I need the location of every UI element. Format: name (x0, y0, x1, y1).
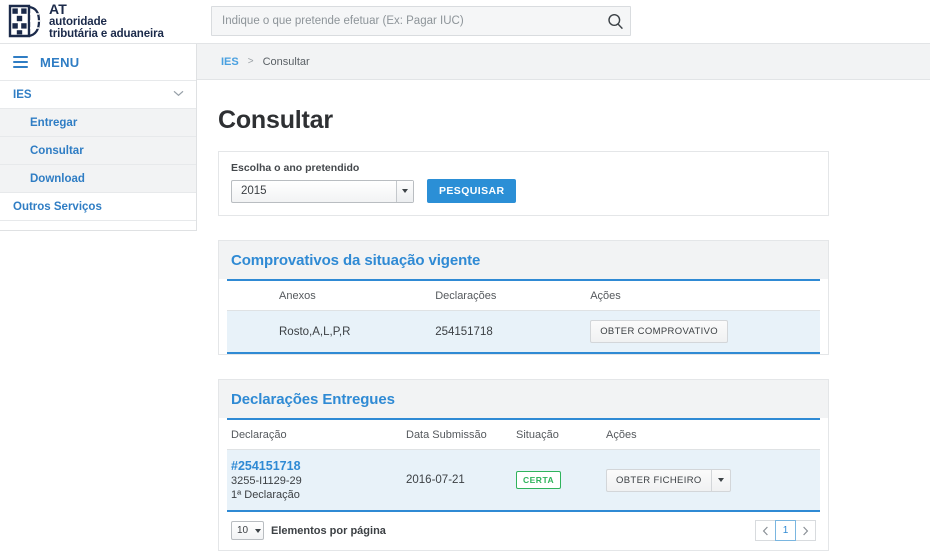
section-declaracoes-title: Declarações Entregues (231, 391, 395, 408)
chevron-down-icon (396, 180, 413, 202)
comprovativos-table: Anexos Declarações Ações Rosto,A,L,P,R 2… (227, 279, 820, 354)
breadcrumb-current: Consultar (262, 55, 310, 68)
obter-ficheiro-split-button: OBTER FICHEIRO (606, 468, 731, 492)
table-footer: 10 Elementos por página 1 (227, 512, 820, 550)
per-page-control: 10 Elementos por página (231, 521, 386, 540)
column-header-data-submissao: Data Submissão (402, 418, 512, 450)
cell-data-submissao: 2016-07-21 (402, 449, 512, 512)
brand-line-2: autoridade (49, 16, 107, 28)
sidebar-item-label: Consultar (30, 144, 84, 157)
portugal-coat-of-arms-icon (8, 3, 41, 39)
cell-acoes: OBTER FICHEIRO (602, 449, 820, 512)
table-row: Rosto,A,L,P,R 254151718 OBTER COMPROVATI… (227, 310, 820, 354)
brand-line-1: AT (49, 1, 68, 17)
column-header-declaracao: Declaração (227, 418, 402, 450)
sidebar-item-outros-servicos[interactable]: Outros Serviços (0, 193, 196, 221)
section-comprovativos-title: Comprovativos da situação vigente (231, 252, 481, 269)
table-header-row: Anexos Declarações Ações (227, 279, 820, 311)
chevron-right-icon (803, 526, 809, 535)
section-declaracoes-entregues: Declarações Entregues Declaração Data Su… (218, 379, 829, 551)
declaracao-id-link[interactable]: #254151718 (231, 459, 398, 473)
year-select[interactable]: 2015 (231, 179, 414, 203)
sidebar-item-label: Outros Serviços (13, 200, 102, 213)
table-row: #254151718 3255-I1129-29 1ª Declaração 2… (227, 449, 820, 512)
main-content: IES > Consultar Consultar Escolha o ano … (197, 44, 930, 551)
sidebar-item-label: Entregar (30, 116, 78, 129)
sidebar-item-ies[interactable]: IES (0, 81, 196, 109)
search-icon (607, 13, 623, 29)
column-header-anexos: Anexos (227, 279, 432, 311)
declaracao-ref: 3255-I1129-29 (231, 475, 302, 487)
status-badge: CERTA (516, 471, 562, 489)
sidebar-item-download[interactable]: Download (0, 165, 196, 193)
global-search (211, 6, 631, 36)
cell-anexos: Rosto,A,L,P,R (227, 310, 432, 354)
chevron-down-icon (173, 87, 184, 99)
search-input[interactable] (211, 6, 631, 36)
cell-situacao: CERTA (512, 449, 602, 512)
column-header-situacao: Situação (512, 418, 602, 450)
pagination-page-1[interactable]: 1 (775, 520, 796, 541)
page-title: Consultar (218, 106, 333, 134)
column-header-acoes: Ações (586, 279, 820, 311)
obter-ficheiro-button[interactable]: OBTER FICHEIRO (606, 468, 711, 492)
sidebar-item-consultar[interactable]: Consultar (0, 137, 196, 165)
brand-logo: AT autoridade tributária e aduaneira (8, 2, 164, 41)
breadcrumb: IES > Consultar (197, 44, 930, 80)
chevron-down-icon (255, 522, 261, 539)
column-header-acoes: Ações (602, 418, 820, 450)
section-comprovativos: Comprovativos da situação vigente Anexos… (218, 240, 829, 355)
chevron-left-icon (762, 526, 768, 535)
column-header-declaracoes: Declarações (431, 279, 587, 311)
breadcrumb-separator: > (247, 56, 254, 67)
year-filter-panel: Escolha o ano pretendido 2015 PESQUISAR (218, 151, 829, 216)
year-select-value: 2015 (241, 185, 267, 197)
per-page-value: 10 (237, 525, 249, 536)
sidebar-menu-label: MENU (40, 54, 80, 70)
hamburger-icon (13, 56, 28, 68)
year-filter-row: 2015 PESQUISAR (231, 179, 816, 203)
search-button[interactable] (603, 10, 627, 32)
pagination-prev-button[interactable] (755, 520, 776, 541)
cell-declaracoes: 254151718 (431, 310, 587, 354)
obter-comprovativo-button[interactable]: OBTER COMPROVATIVO (590, 320, 729, 343)
pagination: 1 (755, 520, 816, 541)
table-header-row: Declaração Data Submissão Situação Ações (227, 418, 820, 450)
obter-ficheiro-dropdown-toggle[interactable] (710, 468, 731, 492)
cell-declaracao: #254151718 3255-I1129-29 1ª Declaração (227, 449, 402, 512)
section-comprovativos-body: Anexos Declarações Ações Rosto,A,L,P,R 2… (219, 279, 828, 354)
breadcrumb-root[interactable]: IES (221, 56, 239, 68)
app-header: AT autoridade tributária e aduaneira (0, 0, 930, 44)
cell-acoes: OBTER COMPROVATIVO (586, 310, 820, 354)
sidebar: MENU IES Entregar Consultar Download Out… (0, 44, 197, 231)
section-declaracoes-body: Declaração Data Submissão Situação Ações… (219, 418, 828, 550)
panels-container: Escolha o ano pretendido 2015 PESQUISAR … (197, 135, 930, 551)
sidebar-menu-toggle[interactable]: MENU (0, 44, 196, 81)
sidebar-item-label: Download (30, 172, 85, 185)
brand-line-3: tributária e aduaneira (49, 28, 164, 41)
declaracoes-table: Declaração Data Submissão Situação Ações… (227, 418, 820, 512)
caret-down-icon (717, 478, 724, 482)
sidebar-item-label: IES (13, 88, 32, 101)
declaracao-ordem: 1ª Declaração (231, 489, 300, 501)
search-submit-button[interactable]: PESQUISAR (427, 179, 517, 203)
year-filter-label: Escolha o ano pretendido (231, 162, 360, 174)
per-page-label: Elementos por página (271, 524, 386, 537)
pagination-next-button[interactable] (795, 520, 816, 541)
sidebar-item-entregar[interactable]: Entregar (0, 109, 196, 137)
per-page-select[interactable]: 10 (231, 521, 264, 540)
brand-text: AT autoridade tributária e aduaneira (49, 2, 164, 41)
